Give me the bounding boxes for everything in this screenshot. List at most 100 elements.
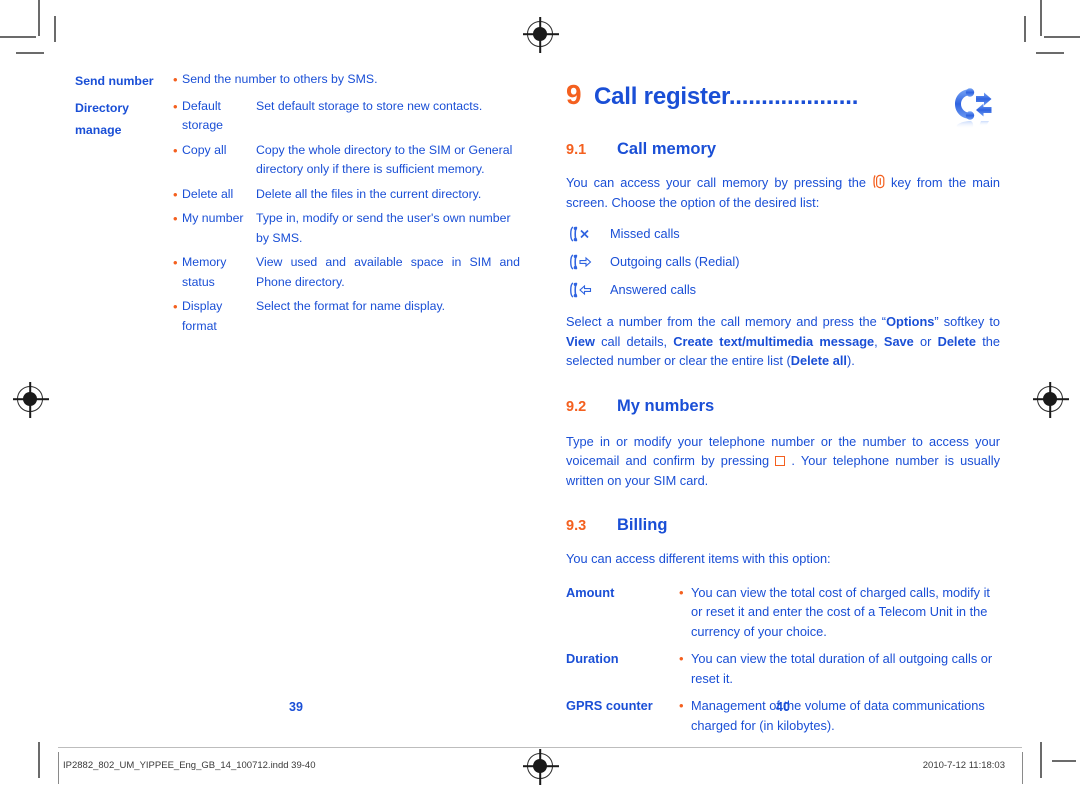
crop-mark-tl2-v [54,16,56,42]
crop-mark-br-v [1040,742,1042,778]
left-page-content: Send number • Send the number to others … [75,70,520,343]
crop-mark-tl2-h [16,52,44,54]
option-entry-desc: Set default storage to store new contact… [256,98,483,113]
option-entry: • My number Type in, modify or send the … [173,209,520,248]
billing-label: GPRS counter [566,698,653,713]
billing-label: Duration [566,651,619,666]
bullet-icon: • [679,584,684,600]
bullet-icon: • [679,651,684,666]
section-number: 9.1 [566,142,587,158]
option-entry: • Send the number to others by SMS. [173,70,520,90]
option-entry: • Delete all Delete all the files in the… [173,185,520,205]
section-number: 9.3 [566,518,587,534]
option-entry: • Memory status View used and available … [173,253,520,292]
option-entry-desc: Send the number to others by SMS. [182,72,378,86]
registration-mark-left [13,386,49,412]
outro-b6: Delete all [790,353,847,368]
key-glyph-icon [872,174,885,189]
option-entry-name: My number [182,211,244,225]
registration-mark-bottom [523,753,559,779]
right-page-content: 9 Call register.................... 9.1 … [566,78,1000,743]
option-label: Directory manage [75,97,173,342]
call-list-item-outgoing: Outgoing calls (Redial) [566,252,1000,272]
section-title: Billing [617,516,668,534]
answered-call-icon [566,281,610,299]
outro-t3: call details, [594,333,674,349]
outro-t4: , [874,333,884,349]
option-entry: • Copy all Copy the whole directory to t… [173,141,520,180]
bullet-icon: • [173,299,178,314]
outro-b1: Options [886,314,935,329]
bullet-icon: • [173,142,178,158]
billing-row-duration: Duration • You can view the total durati… [566,649,1000,688]
outro-t5: or [913,333,938,349]
section-heading-9-3: 9.3 Billing [566,516,1000,535]
call-list-item-answered: Answered calls [566,280,1000,300]
crop-mark-tr-h [1044,36,1080,38]
square-key-icon [775,456,786,466]
option-entry-desc: Type in, modify or send the user's own n… [256,211,511,245]
bullet-icon: • [173,255,178,270]
outro-t1: Select a number from the call memory and… [566,314,887,329]
billing-text: Management of the volume of data communi… [691,698,985,733]
footer-bar-right [1022,752,1023,784]
section-number: 9.2 [566,398,587,415]
footer-filename: IP2882_802_UM_YIPPEE_Eng_GB_14_100712.in… [63,760,316,771]
billing-text: You can view the total cost of charged c… [691,584,990,639]
crop-mark-br2-h [1052,760,1076,762]
option-entry-desc: Copy the whole directory to the SIM or G… [256,142,513,177]
call-list-item-missed: Missed calls [566,224,1000,244]
section-title: My numbers [617,396,715,415]
billing-text: You can view the total duration of all o… [691,651,993,686]
call-register-icon [950,82,998,130]
call-list-label: Answered calls [610,282,697,297]
option-entry: • Default storage Set default storage to… [173,97,520,136]
intro-text-part1: You can access your call memory by press… [566,175,872,190]
crop-mark-tl-h [0,36,36,38]
option-label-line2: manage [75,123,122,137]
outro-t2: ” softkey to [934,314,1000,329]
section-title: Call memory [617,140,717,158]
bullet-icon: • [173,186,178,202]
crop-mark-tr-v [1040,0,1042,36]
option-entry-desc: Delete all the files in the current dire… [256,186,482,201]
footer-bar-left [58,752,59,784]
bullet-icon: • [679,698,684,713]
outgoing-call-icon [566,253,610,271]
registration-mark-right [1033,386,1069,412]
option-entry-name: Default storage [182,98,224,133]
billing-label: Amount [566,584,615,600]
option-body: • Default storage Set default storage to… [173,97,520,342]
outro-b3: Create text/multimedia message [673,333,875,349]
option-row-directory-manage: Directory manage • Default storage Set d… [75,97,520,342]
option-row-send-number: Send number • Send the number to others … [75,70,520,95]
call-list-label: Outgoing calls (Redial) [610,254,740,269]
chapter-title-text: Call register [594,83,729,110]
option-label-line1: Directory [75,100,129,115]
chapter-number: 9 [566,79,582,110]
outro-b2: View [566,333,595,349]
bullet-icon: • [173,211,178,226]
crop-mark-tl-v [38,0,40,36]
call-memory-options-paragraph: Select a number from the call memory and… [566,312,1000,371]
registration-mark-top [523,21,559,47]
crop-mark-tr2-h [1036,52,1064,54]
option-entry-name: Delete all [182,186,234,201]
crop-mark-bl-v [38,742,40,778]
call-list-label: Missed calls [610,226,680,241]
footer-timestamp: 2010-7-12 11:18:03 [922,760,1005,771]
outro-b5: Delete [937,333,976,349]
section-heading-9-2: 9.2 My numbers [566,397,1000,416]
bullet-icon: • [173,98,178,114]
option-entry-desc: View used and available space in SIM and… [256,255,520,289]
billing-intro: You can access different items with this… [566,551,831,566]
option-entry-name: Memory status [182,255,227,289]
section-heading-9-1: 9.1 Call memory [566,140,1000,159]
page-number-right: 40 [776,700,790,714]
bullet-icon: • [173,72,178,87]
chapter-leader-dots: .................... [728,83,859,110]
call-memory-intro-paragraph: You can access your call memory by press… [566,173,1000,212]
option-body: • Send the number to others by SMS. [173,70,520,95]
footer-divider [58,747,1022,748]
page-number-left: 39 [289,700,303,714]
